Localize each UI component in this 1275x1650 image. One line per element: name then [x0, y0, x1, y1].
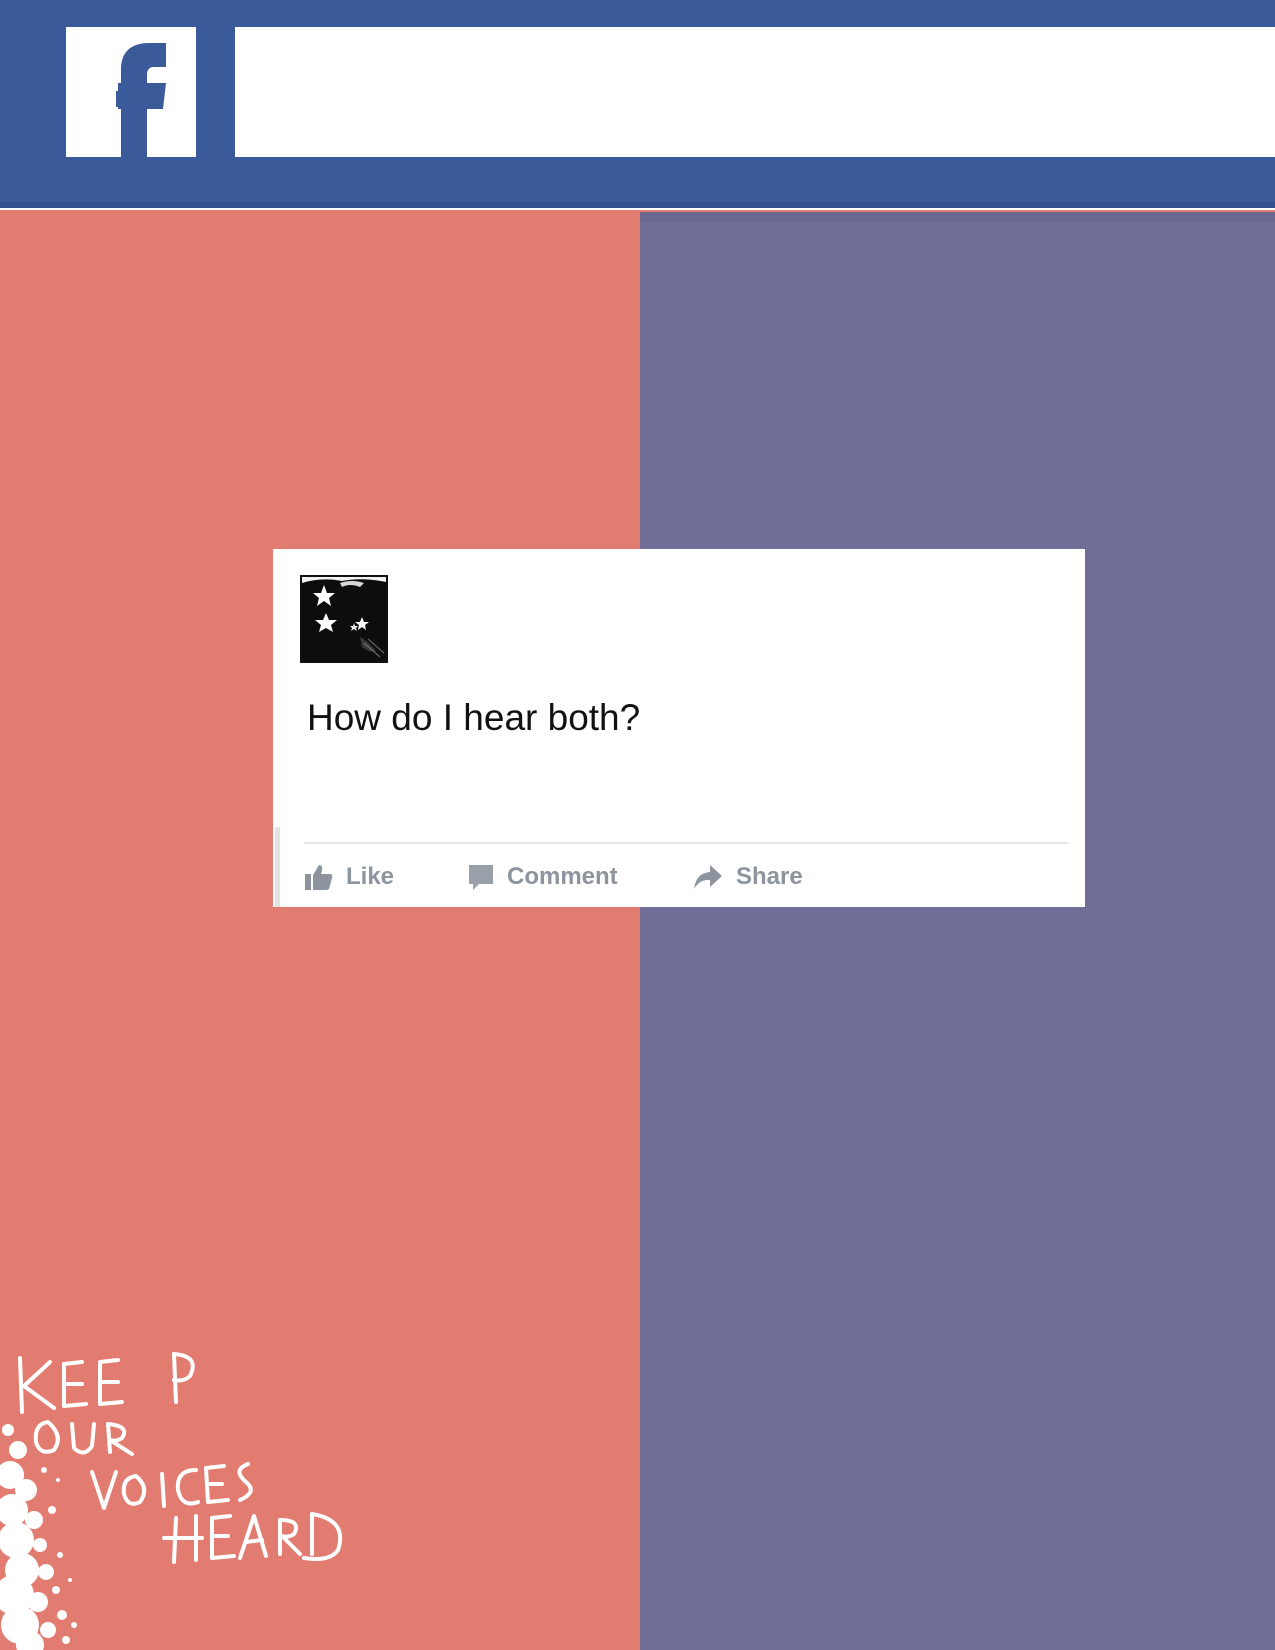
action-divider [304, 842, 1068, 844]
comment-bubble-icon [469, 865, 493, 890]
post-text: How do I hear both? [307, 697, 641, 738]
comment-button[interactable]: Comment [467, 849, 618, 905]
share-arrow-icon [694, 865, 722, 889]
stars-avatar-icon [302, 577, 386, 661]
like-button[interactable]: Like [304, 849, 394, 905]
share-label: Share [736, 863, 803, 890]
facebook-f-icon [116, 43, 166, 157]
handwritten-slogan [0, 1352, 343, 1650]
comment-label: Comment [507, 863, 618, 890]
right-color-panel [640, 212, 1275, 1650]
share-button[interactable]: Share [692, 849, 803, 905]
card-left-edge [275, 827, 280, 907]
thumbs-up-icon [305, 865, 333, 890]
facebook-logo[interactable] [66, 27, 196, 157]
top-navigation-bar [0, 0, 1275, 210]
topbar-shadow [0, 202, 1275, 208]
post-card: How do I hear both? Like Comment Share [273, 549, 1085, 907]
right-panel-shadow [640, 212, 1275, 222]
post-actions: Like Comment Share [304, 849, 1068, 905]
like-label: Like [346, 863, 395, 890]
profile-avatar[interactable] [300, 575, 388, 663]
search-input[interactable] [235, 27, 1275, 157]
